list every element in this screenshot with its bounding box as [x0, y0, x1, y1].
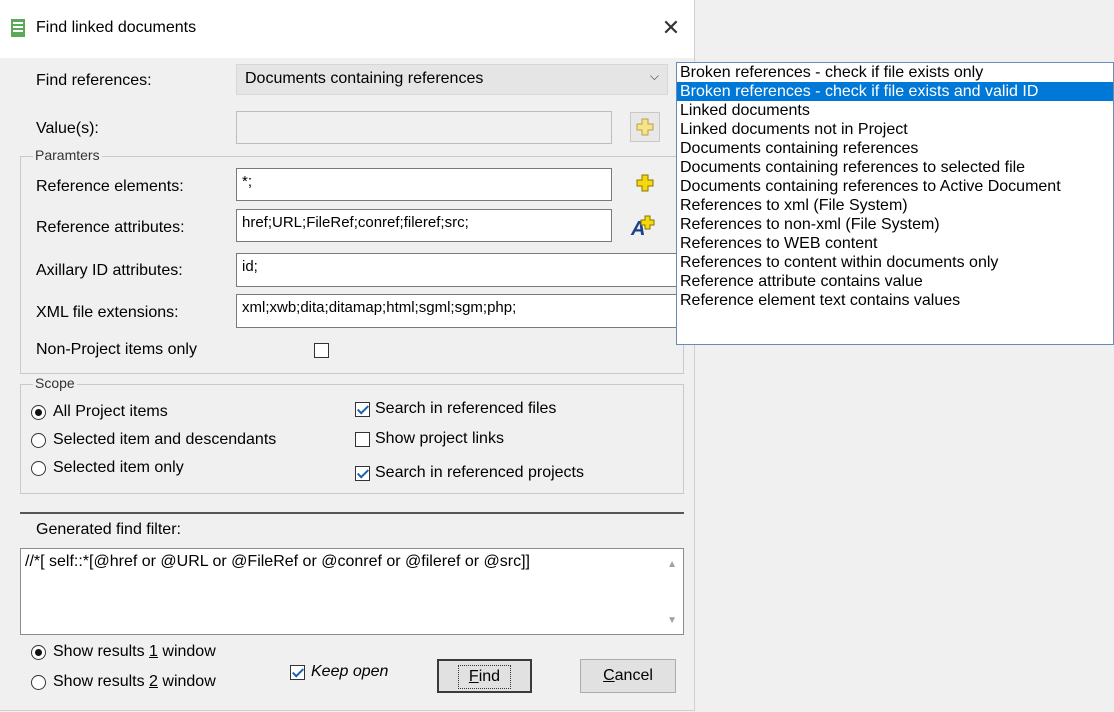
- reference-elements-label: Reference elements:: [36, 178, 184, 195]
- dropdown-option[interactable]: Broken references - check if file exists…: [677, 82, 1113, 101]
- find-linked-documents-dialog: Find linked documents ✕ Find references:…: [0, 0, 695, 711]
- scope-selected-desc-label: Selected item and descendants: [53, 431, 277, 448]
- show-results-1-radio[interactable]: [31, 645, 46, 660]
- scope-all-radio[interactable]: [31, 405, 46, 420]
- dropdown-option[interactable]: Documents containing references to selec…: [677, 158, 1113, 177]
- scope-all-label: All Project items: [53, 403, 168, 420]
- search-referenced-files-label: Search in referenced files: [375, 400, 557, 417]
- plus-icon: [636, 118, 654, 136]
- title-bar: Find linked documents ✕: [0, 0, 694, 58]
- dropdown-option[interactable]: Documents containing references to Activ…: [677, 177, 1113, 196]
- xml-extensions-label: XML file extensions:: [36, 304, 179, 321]
- values-input[interactable]: [236, 111, 612, 144]
- generated-filter-textarea[interactable]: //*[ self::*[@href or @URL or @FileRef o…: [20, 548, 684, 635]
- cancel-button[interactable]: Cancel: [580, 659, 676, 693]
- search-referenced-files-checkbox[interactable]: [355, 402, 370, 417]
- keep-open-label: Keep open: [311, 663, 389, 680]
- add-attribute-button[interactable]: A: [628, 211, 658, 241]
- separator: [20, 512, 684, 514]
- search-referenced-projects-checkbox[interactable]: [355, 466, 370, 481]
- dropdown-option[interactable]: Reference attribute contains value: [677, 272, 1113, 291]
- dropdown-option[interactable]: Linked documents not in Project: [677, 120, 1113, 139]
- non-project-label: Non-Project items only: [36, 341, 197, 358]
- scope-selected-desc-radio[interactable]: [31, 433, 46, 448]
- find-button[interactable]: Find: [437, 659, 532, 693]
- parameters-legend: Paramters: [33, 147, 102, 163]
- find-references-dropdown-list[interactable]: Broken references - check if file exists…: [676, 62, 1114, 345]
- scroll-down-icon[interactable]: ▼: [667, 615, 677, 626]
- auxiliary-id-label: Axillary ID attributes:: [36, 262, 183, 279]
- add-element-button[interactable]: [630, 168, 660, 198]
- scope-selected-only-label: Selected item only: [53, 459, 184, 476]
- dropdown-option[interactable]: References to content within documents o…: [677, 253, 1113, 272]
- generated-filter-text: //*[ self::*[@href or @URL or @FileRef o…: [25, 553, 530, 570]
- dropdown-option[interactable]: References to WEB content: [677, 234, 1113, 253]
- dropdown-option[interactable]: References to non-xml (File System): [677, 215, 1113, 234]
- dropdown-option[interactable]: References to xml (File System): [677, 196, 1113, 215]
- dialog-title: Find linked documents: [36, 19, 197, 36]
- find-references-value: Documents containing references: [245, 70, 484, 87]
- chevron-down-icon: ⌵: [649, 69, 659, 83]
- close-button[interactable]: ✕: [656, 13, 686, 43]
- keep-open-checkbox[interactable]: [290, 665, 305, 680]
- generated-filter-label: Generated find filter:: [36, 521, 181, 538]
- scope-selected-only-radio[interactable]: [31, 461, 46, 476]
- show-results-2-label: Show results 2 window: [53, 673, 216, 690]
- add-value-button[interactable]: [630, 112, 660, 142]
- find-references-select[interactable]: Documents containing references ⌵: [236, 64, 668, 95]
- show-project-links-checkbox[interactable]: [355, 432, 370, 447]
- plus-icon: [636, 174, 654, 192]
- scroll-up-icon[interactable]: ▲: [667, 559, 677, 570]
- dropdown-option[interactable]: Documents containing references: [677, 139, 1113, 158]
- dropdown-option[interactable]: Linked documents: [677, 101, 1113, 120]
- reference-attributes-label: Reference attributes:: [36, 219, 185, 236]
- show-project-links-label: Show project links: [375, 430, 504, 447]
- non-project-checkbox[interactable]: [314, 343, 329, 358]
- show-results-2-radio[interactable]: [31, 675, 46, 690]
- dropdown-option[interactable]: Broken references - check if file exists…: [677, 63, 1113, 82]
- values-label: Value(s):: [36, 120, 99, 137]
- show-results-1-label: Show results 1 window: [53, 643, 216, 660]
- add-attribute-icon: A: [630, 215, 655, 238]
- search-referenced-projects-label: Search in referenced projects: [375, 464, 584, 481]
- auxiliary-id-input[interactable]: id;: [236, 253, 678, 287]
- find-references-label: Find references:: [36, 72, 152, 89]
- dropdown-option[interactable]: Reference element text contains values: [677, 291, 1113, 310]
- reference-attributes-input[interactable]: href;URL;FileRef;conref;fileref;src;: [236, 209, 612, 242]
- reference-elements-input[interactable]: *;: [236, 168, 612, 201]
- scope-legend: Scope: [33, 375, 77, 391]
- document-list-icon: [11, 19, 25, 37]
- xml-extensions-input[interactable]: xml;xwb;dita;ditamap;html;sgml;sgm;php;: [236, 294, 678, 328]
